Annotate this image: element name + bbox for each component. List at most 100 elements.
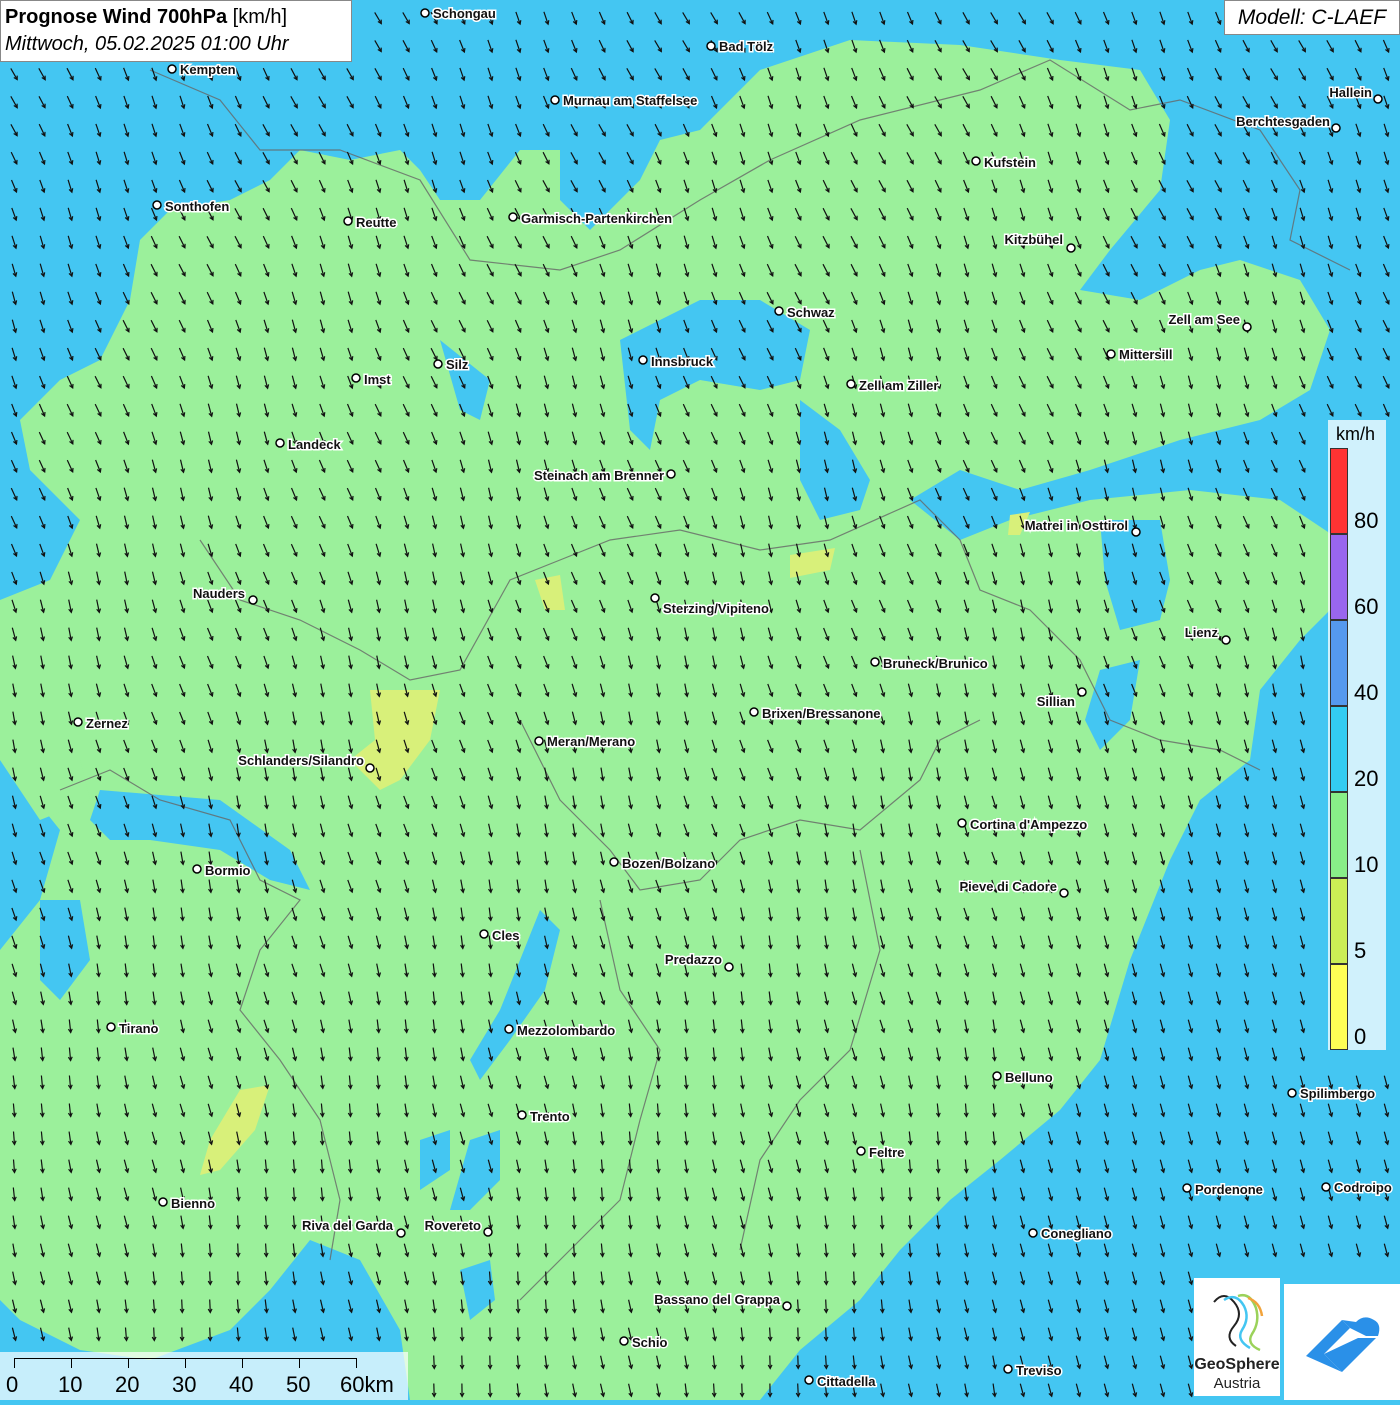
city-marker[interactable] bbox=[421, 9, 429, 17]
city-marker[interactable] bbox=[993, 1072, 1001, 1080]
city-label: Riva del Garda bbox=[302, 1218, 394, 1233]
city-marker[interactable] bbox=[958, 819, 966, 827]
city-marker[interactable] bbox=[707, 42, 715, 50]
city-marker[interactable] bbox=[107, 1023, 115, 1031]
city-marker[interactable] bbox=[484, 1228, 492, 1236]
city-marker[interactable] bbox=[505, 1025, 513, 1033]
city-marker[interactable] bbox=[725, 963, 733, 971]
city-marker[interactable] bbox=[750, 708, 758, 716]
city-label: Schio bbox=[632, 1335, 667, 1350]
city-marker[interactable] bbox=[805, 1376, 813, 1384]
city-marker[interactable] bbox=[775, 307, 783, 315]
city-label: Sillian bbox=[1037, 694, 1075, 709]
legend-segment bbox=[1330, 878, 1348, 964]
city-marker[interactable] bbox=[74, 718, 82, 726]
city-label: Murnau am Staffelsee bbox=[563, 93, 697, 108]
city-label: Hallein bbox=[1329, 85, 1372, 100]
city-marker[interactable] bbox=[1029, 1229, 1037, 1237]
city-marker[interactable] bbox=[1067, 244, 1075, 252]
city-label: Garmisch-Partenkirchen bbox=[521, 211, 672, 226]
legend-label: 10 bbox=[1354, 852, 1378, 878]
city-label: Predazzo bbox=[665, 952, 722, 967]
city-marker[interactable] bbox=[434, 360, 442, 368]
scale-label: 10 bbox=[58, 1372, 82, 1398]
map-title: Prognose Wind 700hPa [km/h] bbox=[5, 4, 347, 31]
city-marker[interactable] bbox=[651, 594, 659, 602]
city-marker[interactable] bbox=[1078, 688, 1086, 696]
city-label: Kempten bbox=[180, 62, 236, 77]
city-marker[interactable] bbox=[1107, 350, 1115, 358]
city-marker[interactable] bbox=[1183, 1184, 1191, 1192]
scale-tick bbox=[71, 1358, 72, 1368]
city-marker[interactable] bbox=[153, 201, 161, 209]
city-marker[interactable] bbox=[366, 764, 374, 772]
city-marker[interactable] bbox=[1222, 636, 1230, 644]
city-label: Conegliano bbox=[1041, 1226, 1112, 1241]
city-marker[interactable] bbox=[193, 865, 201, 873]
city-marker[interactable] bbox=[551, 96, 559, 104]
legend-segment bbox=[1330, 964, 1348, 1050]
city-label: Silz bbox=[446, 357, 469, 372]
city-marker[interactable] bbox=[620, 1337, 628, 1345]
city-label: Cittadella bbox=[817, 1374, 876, 1389]
legend-label: 0 bbox=[1354, 1024, 1366, 1050]
city-marker[interactable] bbox=[1004, 1365, 1012, 1373]
city-marker[interactable] bbox=[518, 1111, 526, 1119]
city-marker[interactable] bbox=[1374, 95, 1382, 103]
city-marker[interactable] bbox=[1060, 889, 1068, 897]
legend-segment bbox=[1330, 448, 1348, 534]
legend-label: 5 bbox=[1354, 938, 1366, 964]
forecast-datetime: Mittwoch, 05.02.2025 01:00 Uhr bbox=[5, 31, 347, 57]
scale-tick bbox=[356, 1358, 357, 1368]
city-label: Matrei in Osttirol bbox=[1025, 518, 1128, 533]
legend-segment bbox=[1330, 620, 1348, 706]
city-marker[interactable] bbox=[972, 157, 980, 165]
city-label: Codroipo bbox=[1334, 1180, 1392, 1195]
city-label: Meran/Merano bbox=[547, 734, 635, 749]
city-marker[interactable] bbox=[509, 213, 517, 221]
legend-segment bbox=[1330, 706, 1348, 792]
geosphere-logo[interactable]: GeoSphere Austria bbox=[1194, 1278, 1280, 1396]
city-marker[interactable] bbox=[639, 356, 647, 364]
weather-app-logo[interactable] bbox=[1284, 1284, 1400, 1400]
city-label: Brixen/Bressanone bbox=[762, 706, 881, 721]
city-label: Treviso bbox=[1016, 1363, 1062, 1378]
city-label: Tirano bbox=[119, 1021, 159, 1036]
city-marker[interactable] bbox=[397, 1229, 405, 1237]
city-marker[interactable] bbox=[667, 470, 675, 478]
city-marker[interactable] bbox=[1288, 1089, 1296, 1097]
city-label: Schongau bbox=[433, 6, 496, 21]
city-marker[interactable] bbox=[783, 1302, 791, 1310]
city-label: Sterzing/Vipiteno bbox=[663, 601, 769, 616]
city-label: Bienno bbox=[171, 1196, 215, 1211]
city-marker[interactable] bbox=[610, 858, 618, 866]
scale-tick bbox=[128, 1358, 129, 1368]
city-label: Pordenone bbox=[1195, 1182, 1263, 1197]
city-marker[interactable] bbox=[1322, 1183, 1330, 1191]
city-marker[interactable] bbox=[249, 596, 257, 604]
city-label: Zernez bbox=[86, 716, 128, 731]
city-label: Landeck bbox=[288, 437, 342, 452]
city-marker[interactable] bbox=[857, 1147, 865, 1155]
city-label: Feltre bbox=[869, 1145, 904, 1160]
city-marker[interactable] bbox=[352, 374, 360, 382]
geosphere-logo-line1: GeoSphere bbox=[1194, 1356, 1280, 1374]
scale-tick bbox=[185, 1358, 186, 1368]
scale-label: 60km bbox=[340, 1372, 394, 1398]
city-marker[interactable] bbox=[871, 658, 879, 666]
city-marker[interactable] bbox=[344, 217, 352, 225]
model-label: Modell: C-LAEF bbox=[1224, 0, 1400, 35]
city-marker[interactable] bbox=[847, 380, 855, 388]
city-marker[interactable] bbox=[1243, 323, 1251, 331]
legend-label: 60 bbox=[1354, 594, 1378, 620]
legend-label: 80 bbox=[1354, 508, 1378, 534]
city-label: Kitzbühel bbox=[1005, 232, 1064, 247]
city-marker[interactable] bbox=[1332, 124, 1340, 132]
city-marker[interactable] bbox=[480, 930, 488, 938]
city-marker[interactable] bbox=[535, 737, 543, 745]
city-marker[interactable] bbox=[276, 439, 284, 447]
city-marker[interactable] bbox=[159, 1198, 167, 1206]
city-marker[interactable] bbox=[1132, 528, 1140, 536]
wind-map: SchongauBad TölzKemptenMurnau am Staffel… bbox=[0, 0, 1400, 1400]
city-marker[interactable] bbox=[168, 65, 176, 73]
